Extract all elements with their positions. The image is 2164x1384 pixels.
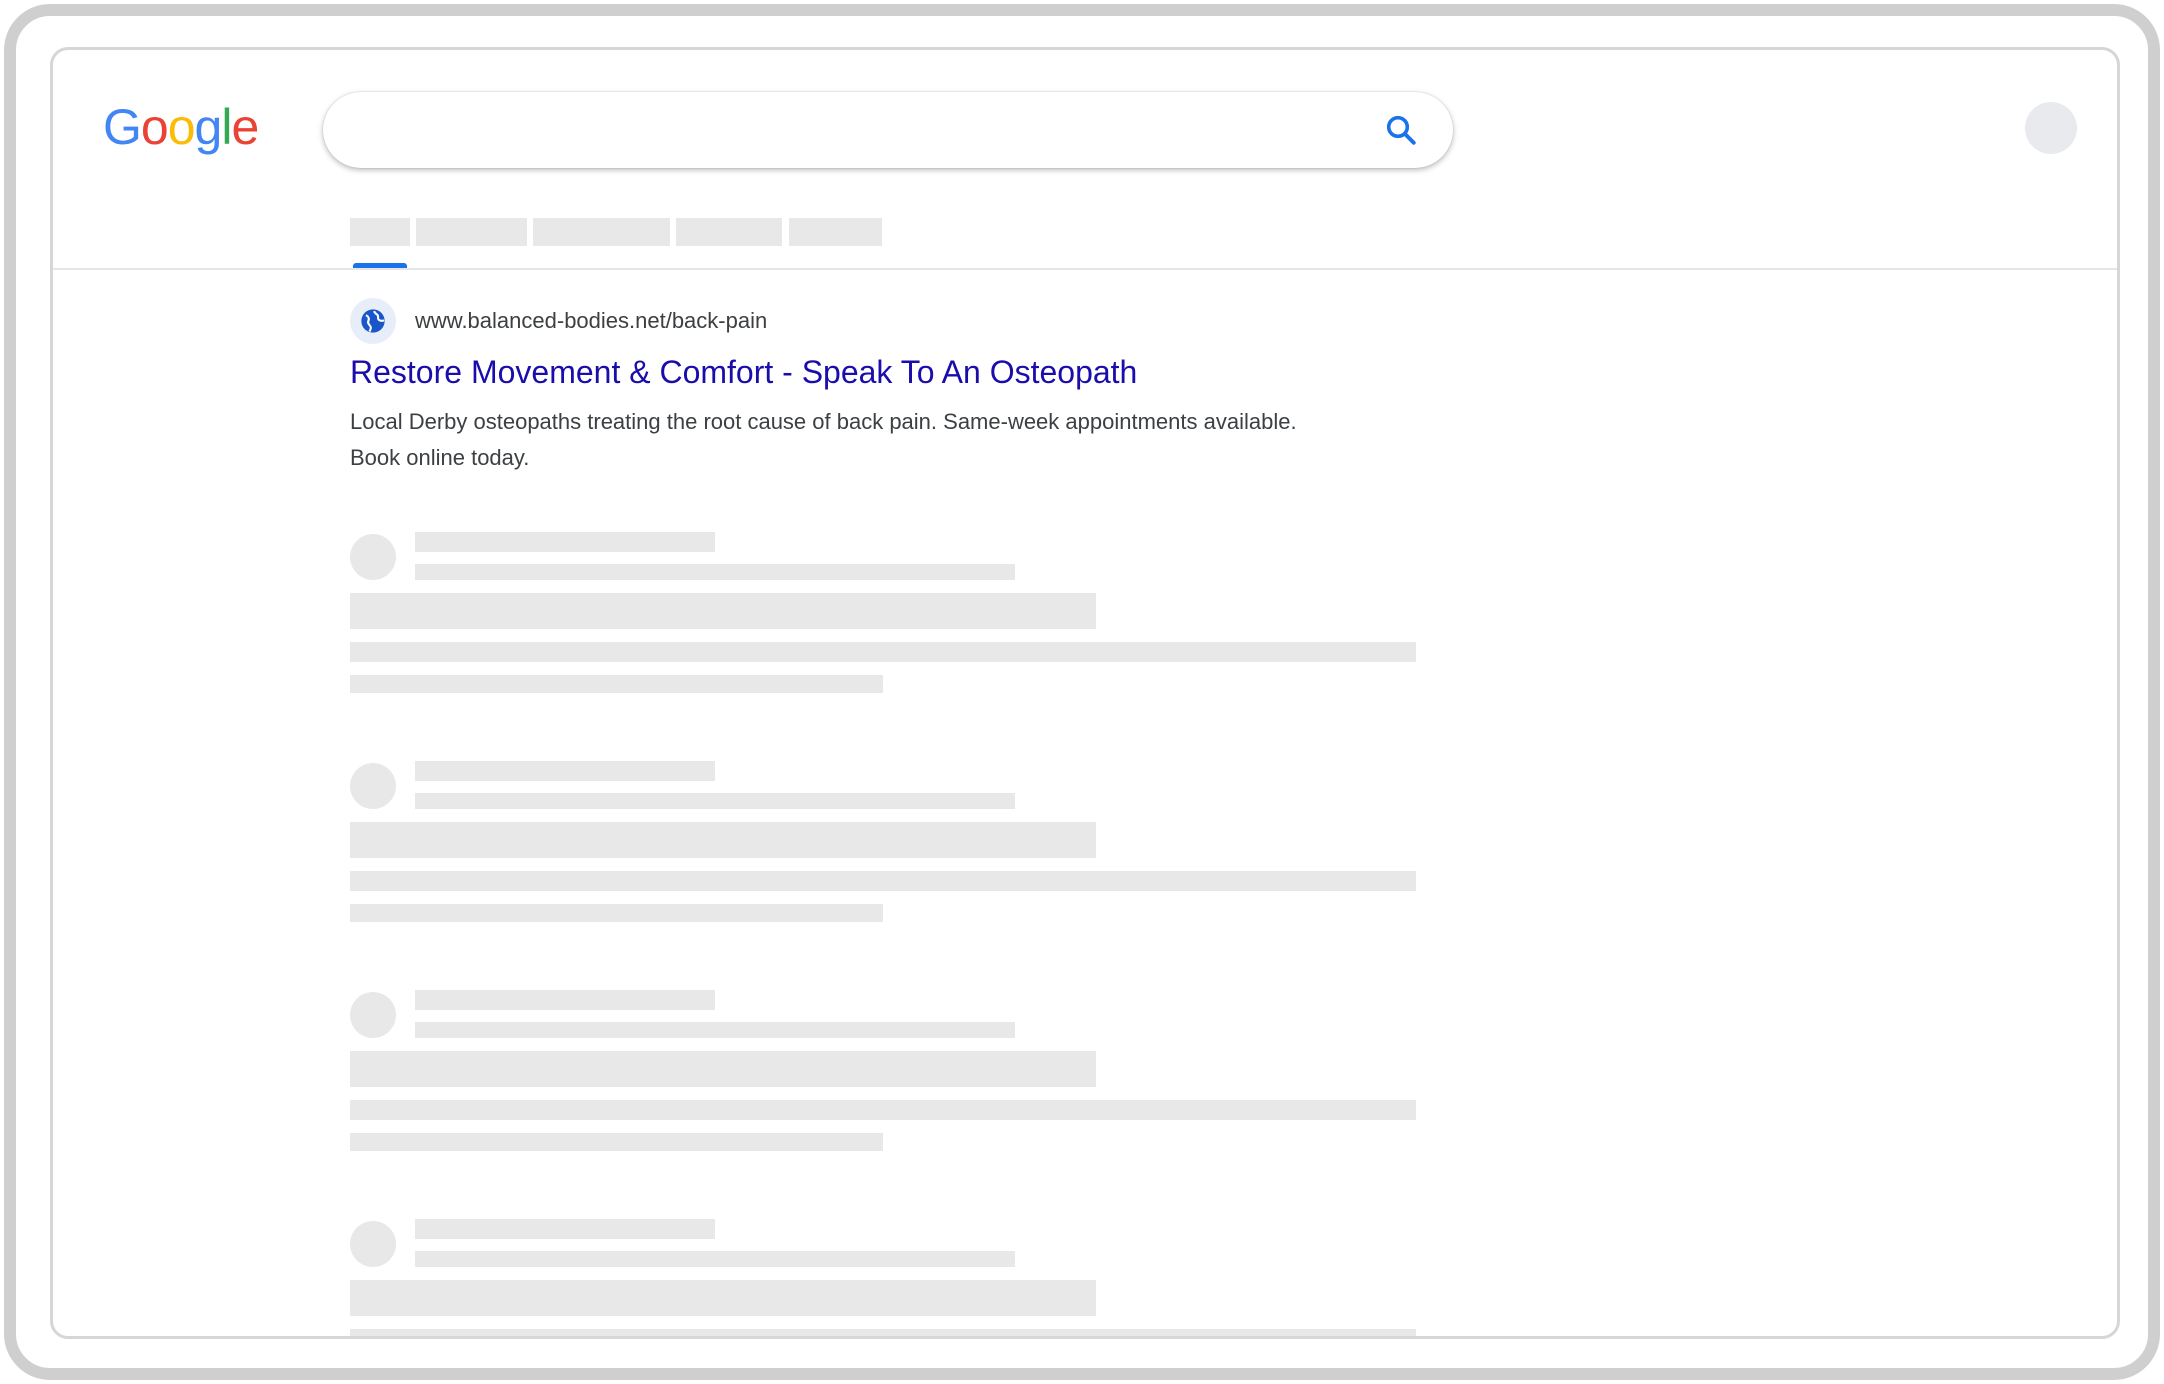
- tab-placeholder[interactable]: [350, 218, 410, 246]
- loading-result-placeholder: [350, 1219, 1430, 1336]
- header-divider: [53, 268, 2117, 270]
- skeleton-line: [350, 1133, 883, 1151]
- logo-letter: l: [221, 99, 232, 155]
- skeleton-title: [350, 822, 1096, 858]
- result-description: Local Derby osteopaths treating the root…: [350, 409, 1297, 470]
- browser-window: Google www.balanced-bodies.net/back-pain…: [50, 47, 2120, 1339]
- tab-placeholder[interactable]: [676, 218, 782, 246]
- search-input[interactable]: [323, 92, 1453, 168]
- skeleton-line: [415, 761, 715, 781]
- result-title-link[interactable]: Restore Movement & Comfort - Speak To An…: [350, 354, 1137, 391]
- skeleton-line: [415, 793, 1015, 809]
- tab-placeholder[interactable]: [789, 218, 882, 246]
- skeleton-line: [415, 990, 715, 1010]
- skeleton-favicon: [350, 534, 396, 580]
- loading-result-placeholder: [350, 761, 1430, 941]
- skeleton-title: [350, 1051, 1096, 1087]
- skeleton-line: [415, 532, 715, 552]
- skeleton-line: [415, 1022, 1015, 1038]
- skeleton-favicon: [350, 1221, 396, 1267]
- search-icon[interactable]: [1383, 112, 1419, 148]
- logo-letter: o: [140, 99, 169, 155]
- skeleton-line: [350, 642, 1416, 662]
- skeleton-line: [350, 1329, 1416, 1336]
- skeleton-favicon: [350, 763, 396, 809]
- skeleton-line: [350, 904, 883, 922]
- avatar[interactable]: [2025, 102, 2077, 154]
- skeleton-line: [350, 675, 883, 693]
- google-logo[interactable]: Google: [103, 99, 259, 155]
- logo-letter: G: [103, 99, 142, 155]
- tab-placeholder[interactable]: [533, 218, 670, 246]
- skeleton-title: [350, 593, 1096, 629]
- tab-placeholder[interactable]: [416, 218, 527, 246]
- favicon: [350, 298, 396, 344]
- loading-result-placeholder: [350, 990, 1430, 1170]
- logo-letter: g: [194, 99, 223, 155]
- skeleton-title: [350, 1280, 1096, 1316]
- skeleton-line: [415, 564, 1015, 580]
- logo-letter: o: [167, 99, 196, 155]
- loading-result-placeholder: [350, 532, 1430, 712]
- result-url[interactable]: www.balanced-bodies.net/back-pain: [415, 308, 767, 334]
- skeleton-line: [350, 1100, 1416, 1120]
- skeleton-line: [350, 871, 1416, 891]
- skeleton-line: [415, 1251, 1015, 1267]
- logo-letter: e: [231, 99, 259, 155]
- skeleton-line: [415, 1219, 715, 1239]
- globe-icon: [361, 309, 385, 333]
- skeleton-favicon: [350, 992, 396, 1038]
